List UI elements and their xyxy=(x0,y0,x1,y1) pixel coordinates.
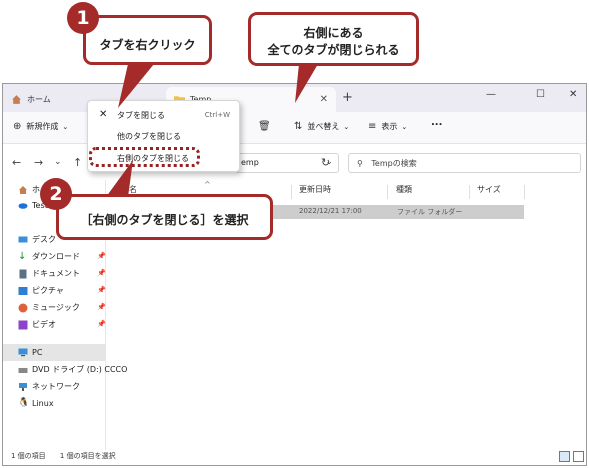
callout-step-2: ［右側のタブを閉じる］を選択 xyxy=(56,194,273,240)
callout-2-text: ［右側のタブを閉じる］を選択 xyxy=(80,213,249,227)
callout-3-line-1: 右側にある xyxy=(303,26,364,40)
pointer-1 xyxy=(118,64,154,108)
step-1-badge: 1 xyxy=(67,2,99,34)
step-2-badge: 2 xyxy=(40,178,72,210)
pointer-2 xyxy=(106,160,133,197)
callout-result: 右側にある 全てのタブが閉じられる xyxy=(248,12,419,66)
callout-1-text: タブを右クリック xyxy=(99,38,196,52)
pointer-3 xyxy=(295,64,318,103)
callout-step-1: タブを右クリック xyxy=(83,15,212,65)
callout-3-line-2: 全てのタブが閉じられる xyxy=(267,43,400,57)
